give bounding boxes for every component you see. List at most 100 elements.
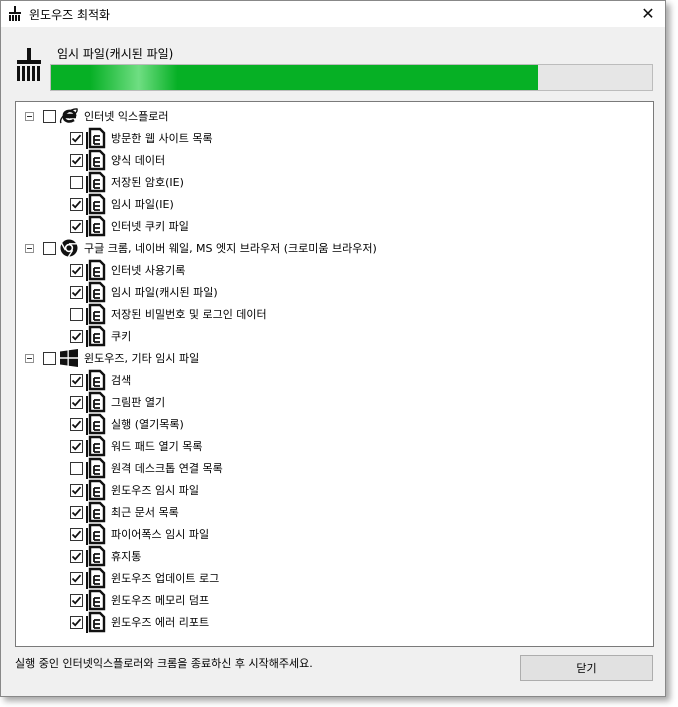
- file-icon: [85, 259, 107, 281]
- item-checkbox[interactable]: [70, 439, 83, 453]
- item-checkbox[interactable]: [70, 505, 83, 519]
- internet-explorer-icon: [58, 105, 80, 127]
- item-label: 파이어폭스 임시 파일: [111, 528, 210, 541]
- tree-item-row[interactable]: 파이어폭스 임시 파일: [70, 523, 209, 545]
- item-label: 임시 파일(IE): [111, 198, 174, 211]
- item-label: 임시 파일(캐시된 파일): [111, 286, 218, 299]
- window-close-button[interactable]: ✕: [637, 3, 659, 23]
- group-checkbox[interactable]: [43, 351, 56, 365]
- item-checkbox[interactable]: [70, 395, 83, 409]
- item-checkbox[interactable]: [70, 549, 83, 563]
- tree-item-row[interactable]: 윈도우즈 임시 파일: [70, 479, 199, 501]
- tree-item-row[interactable]: 윈도우즈 에러 리포트: [70, 611, 209, 633]
- item-checkbox[interactable]: [70, 307, 83, 321]
- file-icon: [85, 611, 107, 633]
- item-checkbox[interactable]: [70, 461, 83, 475]
- tree-item-row[interactable]: 임시 파일(캐시된 파일): [70, 281, 218, 303]
- collapse-toggle[interactable]: [25, 111, 34, 121]
- item-checkbox[interactable]: [70, 615, 83, 629]
- item-label: 저장된 비밀번호 및 로그인 데이터: [111, 308, 267, 321]
- item-checkbox[interactable]: [70, 219, 83, 233]
- file-icon: [85, 457, 107, 479]
- item-label: 방문한 웹 사이트 목록: [111, 132, 213, 145]
- item-checkbox[interactable]: [70, 197, 83, 211]
- item-label: 원격 데스크톱 연결 목록: [111, 462, 223, 475]
- item-label: 윈도우즈 에러 리포트: [111, 616, 210, 629]
- file-icon: [85, 545, 107, 567]
- tree-item-row[interactable]: 워드 패드 열기 목록: [70, 435, 202, 457]
- item-checkbox[interactable]: [70, 483, 83, 497]
- item-checkbox[interactable]: [70, 373, 83, 387]
- tree-item-row[interactable]: 인터넷 쿠키 파일: [70, 215, 189, 237]
- group-label: 구글 크롬, 네이버 웨일, MS 엣지 브라우저 (크로미움 브라우저): [84, 242, 377, 255]
- window-title: 윈도우즈 최적화: [29, 8, 111, 22]
- item-label: 저장된 암호(IE): [111, 176, 184, 189]
- item-checkbox[interactable]: [70, 131, 83, 145]
- tree-group-row[interactable]: 구글 크롬, 네이버 웨일, MS 엣지 브라우저 (크로미움 브라우저): [25, 237, 377, 259]
- tree-item-row[interactable]: 저장된 비밀번호 및 로그인 데이터: [70, 303, 267, 325]
- tree-item-row[interactable]: 쿠키: [70, 325, 131, 347]
- tree-item-row[interactable]: 저장된 암호(IE): [70, 171, 184, 193]
- file-icon: [85, 589, 107, 611]
- item-label: 윈도우즈 업데이트 로그: [111, 572, 220, 585]
- tree-item-row[interactable]: 원격 데스크톱 연결 목록: [70, 457, 223, 479]
- file-icon: [85, 567, 107, 589]
- windows-icon: [58, 347, 80, 369]
- progress-fill: [51, 65, 538, 90]
- item-checkbox[interactable]: [70, 153, 83, 167]
- file-icon: [85, 391, 107, 413]
- file-icon: [85, 149, 107, 171]
- collapse-toggle[interactable]: [25, 353, 34, 363]
- item-label: 최근 문서 목록: [111, 506, 179, 519]
- optimizer-window: 윈도우즈 최적화 ✕ 임시 파일(캐시된 파일) 인터넷 익스플로러방문한 웹 …: [0, 0, 666, 697]
- item-checkbox[interactable]: [70, 571, 83, 585]
- file-icon: [85, 435, 107, 457]
- file-icon: [85, 171, 107, 193]
- tree-item-row[interactable]: 그림판 열기: [70, 391, 165, 413]
- file-icon: [85, 501, 107, 523]
- tree-item-row[interactable]: 방문한 웹 사이트 목록: [70, 127, 213, 149]
- tree-item-row[interactable]: 윈도우즈 업데이트 로그: [70, 567, 219, 589]
- item-label: 윈도우즈 메모리 덤프: [111, 594, 210, 607]
- tree-item-row[interactable]: 임시 파일(IE): [70, 193, 174, 215]
- item-label: 인터넷 쿠키 파일: [111, 220, 189, 233]
- tree-item-row[interactable]: 검색: [70, 369, 131, 391]
- file-icon: [85, 193, 107, 215]
- item-label: 그림판 열기: [111, 396, 166, 409]
- tree-item-row[interactable]: 휴지통: [70, 545, 141, 567]
- item-checkbox[interactable]: [70, 329, 83, 343]
- collapse-toggle[interactable]: [25, 243, 34, 253]
- item-label: 윈도우즈 임시 파일: [111, 484, 199, 497]
- chrome-icon: [58, 237, 80, 259]
- tree-item-row[interactable]: 인터넷 사용기록: [70, 259, 185, 281]
- group-label: 윈도우즈, 기타 임시 파일: [84, 352, 200, 365]
- close-button[interactable]: 닫기: [520, 655, 653, 681]
- broom-icon: [7, 6, 23, 25]
- broom-large-icon: [15, 48, 43, 85]
- item-checkbox[interactable]: [70, 527, 83, 541]
- item-checkbox[interactable]: [70, 593, 83, 607]
- progress-label: 임시 파일(캐시된 파일): [57, 47, 174, 61]
- group-label: 인터넷 익스플로러: [84, 110, 169, 123]
- item-label: 실행 (열기목록): [111, 418, 184, 431]
- group-checkbox[interactable]: [43, 241, 56, 255]
- group-checkbox[interactable]: [43, 109, 56, 123]
- file-icon: [85, 281, 107, 303]
- tree-group-row[interactable]: 인터넷 익스플로러: [25, 105, 168, 127]
- cleanup-tree[interactable]: 인터넷 익스플로러방문한 웹 사이트 목록양식 데이터저장된 암호(IE) 임시 …: [15, 101, 654, 647]
- item-checkbox[interactable]: [70, 285, 83, 299]
- tree-group-row[interactable]: 윈도우즈, 기타 임시 파일: [25, 347, 199, 369]
- item-checkbox[interactable]: [70, 263, 83, 277]
- file-icon: [85, 369, 107, 391]
- title-bar: 윈도우즈 최적화 ✕: [1, 1, 665, 27]
- item-checkbox[interactable]: [70, 417, 83, 431]
- file-icon: [85, 127, 107, 149]
- status-text: 실행 중인 인터넷익스플로러와 크롬을 종료하신 후 시작해주세요.: [15, 657, 313, 670]
- tree-item-row[interactable]: 양식 데이터: [70, 149, 165, 171]
- tree-item-row[interactable]: 실행 (열기목록): [70, 413, 184, 435]
- item-label: 인터넷 사용기록: [111, 264, 186, 277]
- item-label: 검색: [111, 374, 132, 387]
- tree-item-row[interactable]: 최근 문서 목록: [70, 501, 179, 523]
- item-checkbox[interactable]: [70, 175, 83, 189]
- tree-item-row[interactable]: 윈도우즈 메모리 덤프: [70, 589, 209, 611]
